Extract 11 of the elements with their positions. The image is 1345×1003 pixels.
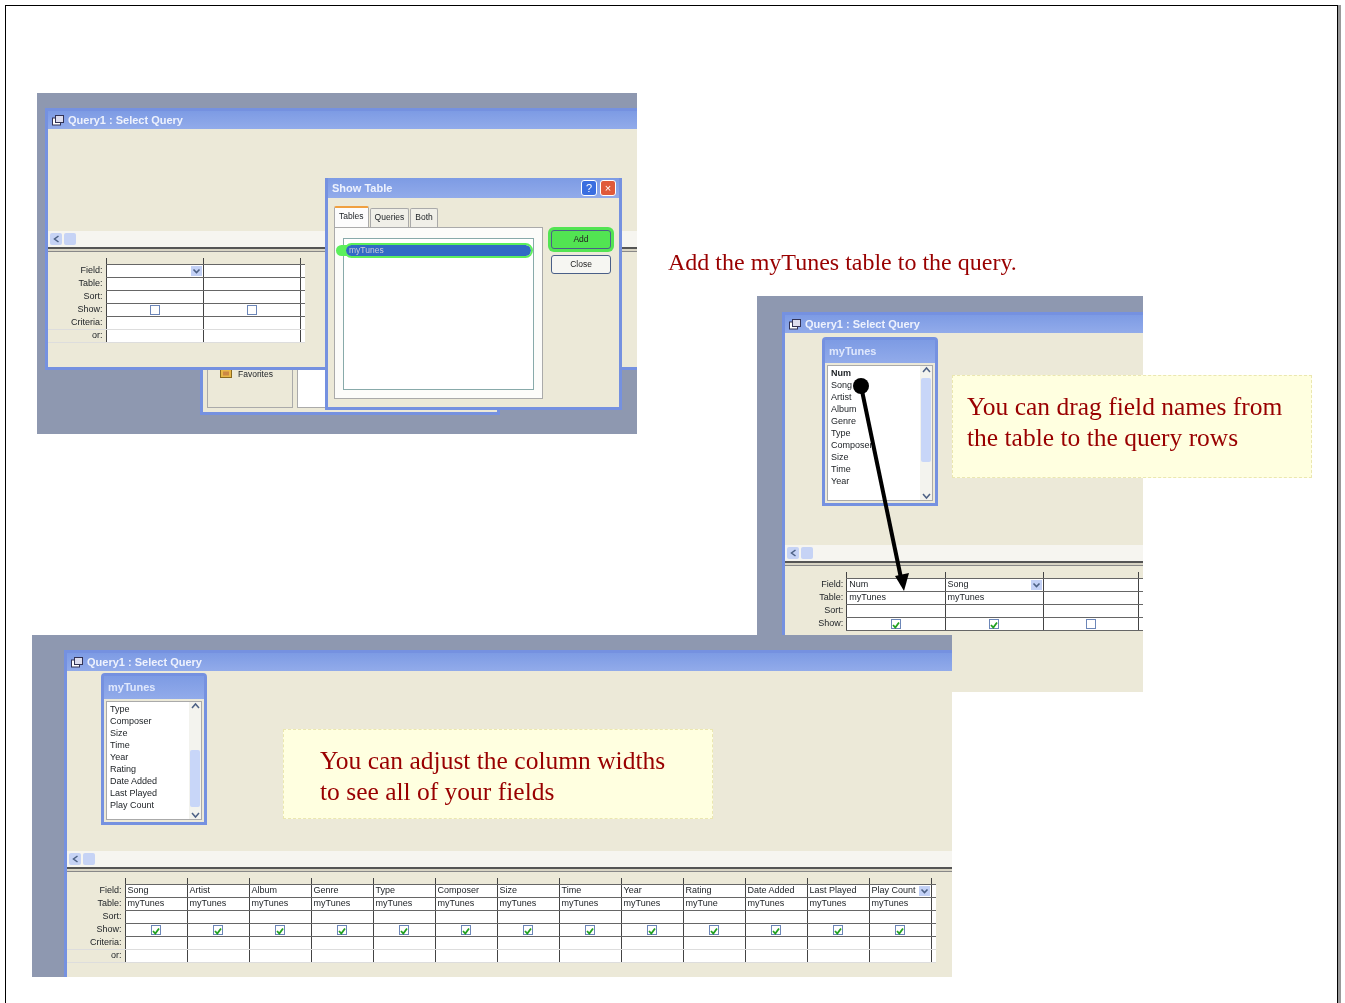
window-title: Query1 : Select Query <box>68 112 183 128</box>
caption: Add the myTunes table to the query. <box>668 248 1017 277</box>
field-list-title: myTunes <box>104 676 204 699</box>
row-label: Criteria: <box>48 316 106 329</box>
row-label: Criteria: <box>67 936 125 949</box>
window-title: Query1 : Select Query <box>805 316 920 332</box>
dialog-title: Show Table <box>332 180 393 196</box>
window-title: Query1 : Select Query <box>87 654 202 670</box>
callout-note: You can adjust the column widths to see all of your fields <box>283 729 713 819</box>
callout-note: You can drag field names from the table to the query rows <box>952 375 1312 478</box>
field-list-title: myTunes <box>825 340 935 363</box>
